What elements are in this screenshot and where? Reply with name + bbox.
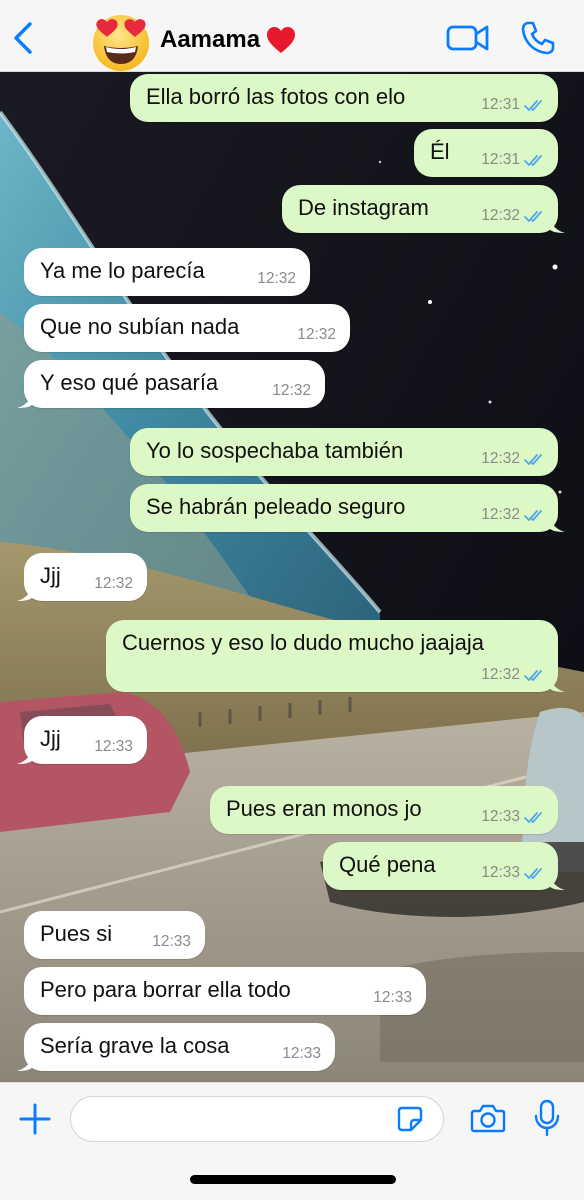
incoming-message[interactable]: Jjj 12:33 [17, 716, 147, 764]
double-check-icon [524, 509, 542, 521]
message-time: 12:32 [257, 270, 296, 287]
outgoing-message[interactable]: Ella borró las fotos con elo 12:31 [130, 74, 558, 122]
incoming-message[interactable]: Pues si 12:33 [24, 911, 205, 959]
microphone-icon[interactable] [534, 1099, 560, 1137]
message-time: 12:31 [481, 96, 520, 113]
message-text: De instagram [298, 195, 429, 220]
message-text: Pero para borrar ella todo [40, 977, 291, 1002]
message-time: 12:33 [152, 933, 191, 950]
outgoing-message[interactable]: Él 12:31 [414, 129, 558, 177]
message-text: Él [430, 139, 450, 164]
message-meta: 12:33 [282, 1045, 321, 1063]
double-check-icon [524, 154, 542, 166]
message-meta: 12:32 [94, 575, 133, 593]
message-text: Pues si [40, 921, 113, 946]
message-meta: 12:32 [481, 506, 546, 524]
message-text: Cuernos y eso lo dudo mucho jaajaja [122, 630, 485, 655]
outgoing-message[interactable]: Qué pena 12:33 [323, 842, 565, 890]
outgoing-message[interactable]: Yo lo sospechaba también 12:32 [130, 428, 558, 476]
double-check-icon [524, 867, 542, 879]
message-text: Sería grave la cosa [40, 1033, 230, 1058]
chevron-left-icon[interactable] [10, 20, 38, 56]
message-meta: 12:33 [373, 989, 412, 1007]
message-input[interactable] [70, 1096, 444, 1142]
avatar[interactable] [90, 10, 152, 72]
message-meta: 12:32 [297, 326, 336, 344]
message-meta: 12:32 [481, 207, 546, 225]
double-check-icon [524, 99, 542, 111]
bubble-tail [17, 1055, 33, 1071]
incoming-message[interactable]: Y eso qué pasaría 12:32 [17, 360, 325, 408]
sticker-icon[interactable] [396, 1105, 424, 1133]
bubble-tail [549, 676, 565, 692]
bubble-tail [17, 585, 33, 601]
video-camera-icon[interactable] [446, 22, 490, 54]
bubble-tail [549, 874, 565, 890]
message-time: 12:32 [272, 382, 311, 399]
message-meta: 12:31 [481, 151, 546, 169]
incoming-message[interactable]: Sería grave la cosa 12:33 [17, 1023, 335, 1071]
message-time: 12:32 [481, 450, 520, 467]
message-time: 12:33 [282, 1045, 321, 1062]
message-meta: 12:32 [481, 666, 546, 684]
bubble-tail [549, 516, 565, 532]
message-text: Jjj [40, 563, 61, 588]
message-text: Que no subían nada [40, 314, 240, 339]
message-time: 12:32 [481, 666, 520, 683]
message-text: Jjj [40, 726, 61, 751]
bubble-tail [549, 217, 565, 233]
message-meta: 12:32 [257, 270, 296, 288]
double-check-icon [524, 669, 542, 681]
chat-header: Aamama [0, 0, 584, 72]
message-text: Pues eran monos jo [226, 796, 422, 821]
message-time: 12:33 [373, 989, 412, 1006]
contact-name[interactable]: Aamama [160, 26, 260, 54]
double-check-icon [524, 811, 542, 823]
message-meta: 12:31 [481, 96, 546, 114]
incoming-message[interactable]: Pero para borrar ella todo 12:33 [24, 967, 426, 1015]
message-text: Y eso qué pasaría [40, 370, 219, 395]
message-meta: 12:33 [152, 933, 191, 951]
message-text: Se habrán peleado seguro [146, 494, 406, 519]
outgoing-message[interactable]: Se habrán peleado seguro 12:32 [130, 484, 565, 532]
home-indicator [190, 1175, 396, 1184]
message-meta: 12:32 [272, 382, 311, 400]
outgoing-message[interactable]: Cuernos y eso lo dudo mucho jaajaja 12:32 [106, 620, 565, 692]
message-time: 12:32 [94, 575, 133, 592]
input-bar [0, 1082, 584, 1200]
message-meta: 12:33 [94, 738, 133, 756]
incoming-message[interactable]: Jjj 12:32 [17, 553, 147, 601]
message-time: 12:31 [481, 151, 520, 168]
incoming-message[interactable]: Ya me lo parecía 12:32 [24, 248, 310, 296]
message-time: 12:33 [481, 808, 520, 825]
camera-icon[interactable] [470, 1102, 506, 1134]
double-check-icon [524, 453, 542, 465]
chat-area[interactable]: Ella borró las fotos con elo 12:31 Él 12:31… [0, 72, 584, 1082]
message-meta: 12:32 [481, 450, 546, 468]
message-text: Ya me lo parecía [40, 258, 205, 283]
plus-icon[interactable] [18, 1102, 52, 1136]
bubble-tail [17, 392, 33, 408]
bubble-tail [17, 748, 33, 764]
message-text: Ella borró las fotos con elo [146, 84, 406, 109]
message-time: 12:32 [297, 326, 336, 343]
message-text: Qué pena [339, 852, 436, 877]
phone-icon[interactable] [520, 20, 556, 56]
outgoing-message[interactable]: De instagram 12:32 [282, 185, 565, 233]
message-text: Yo lo sospechaba también [146, 438, 404, 463]
double-check-icon [524, 210, 542, 222]
incoming-message[interactable]: Que no subían nada 12:32 [24, 304, 350, 352]
message-time: 12:32 [481, 207, 520, 224]
message-meta: 12:33 [481, 864, 546, 882]
message-meta: 12:33 [481, 808, 546, 826]
message-time: 12:33 [94, 738, 133, 755]
message-time: 12:33 [481, 864, 520, 881]
outgoing-message[interactable]: Pues eran monos jo 12:33 [210, 786, 558, 834]
red-heart-icon [267, 27, 295, 53]
message-time: 12:32 [481, 506, 520, 523]
